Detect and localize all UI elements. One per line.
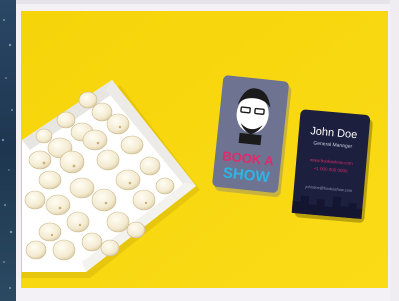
top-strip bbox=[16, 0, 399, 4]
left-band bbox=[0, 0, 16, 301]
right-strip bbox=[390, 0, 399, 301]
business-card-back: John Doe General Manager www.bookashow.c… bbox=[291, 109, 373, 223]
business-card-front: BOOK A SHOW bbox=[212, 75, 292, 198]
photo-frame: BOOK A SHOW John Doe General Manager www… bbox=[0, 0, 399, 301]
photo: BOOK A SHOW John Doe General Manager www… bbox=[0, 0, 399, 301]
